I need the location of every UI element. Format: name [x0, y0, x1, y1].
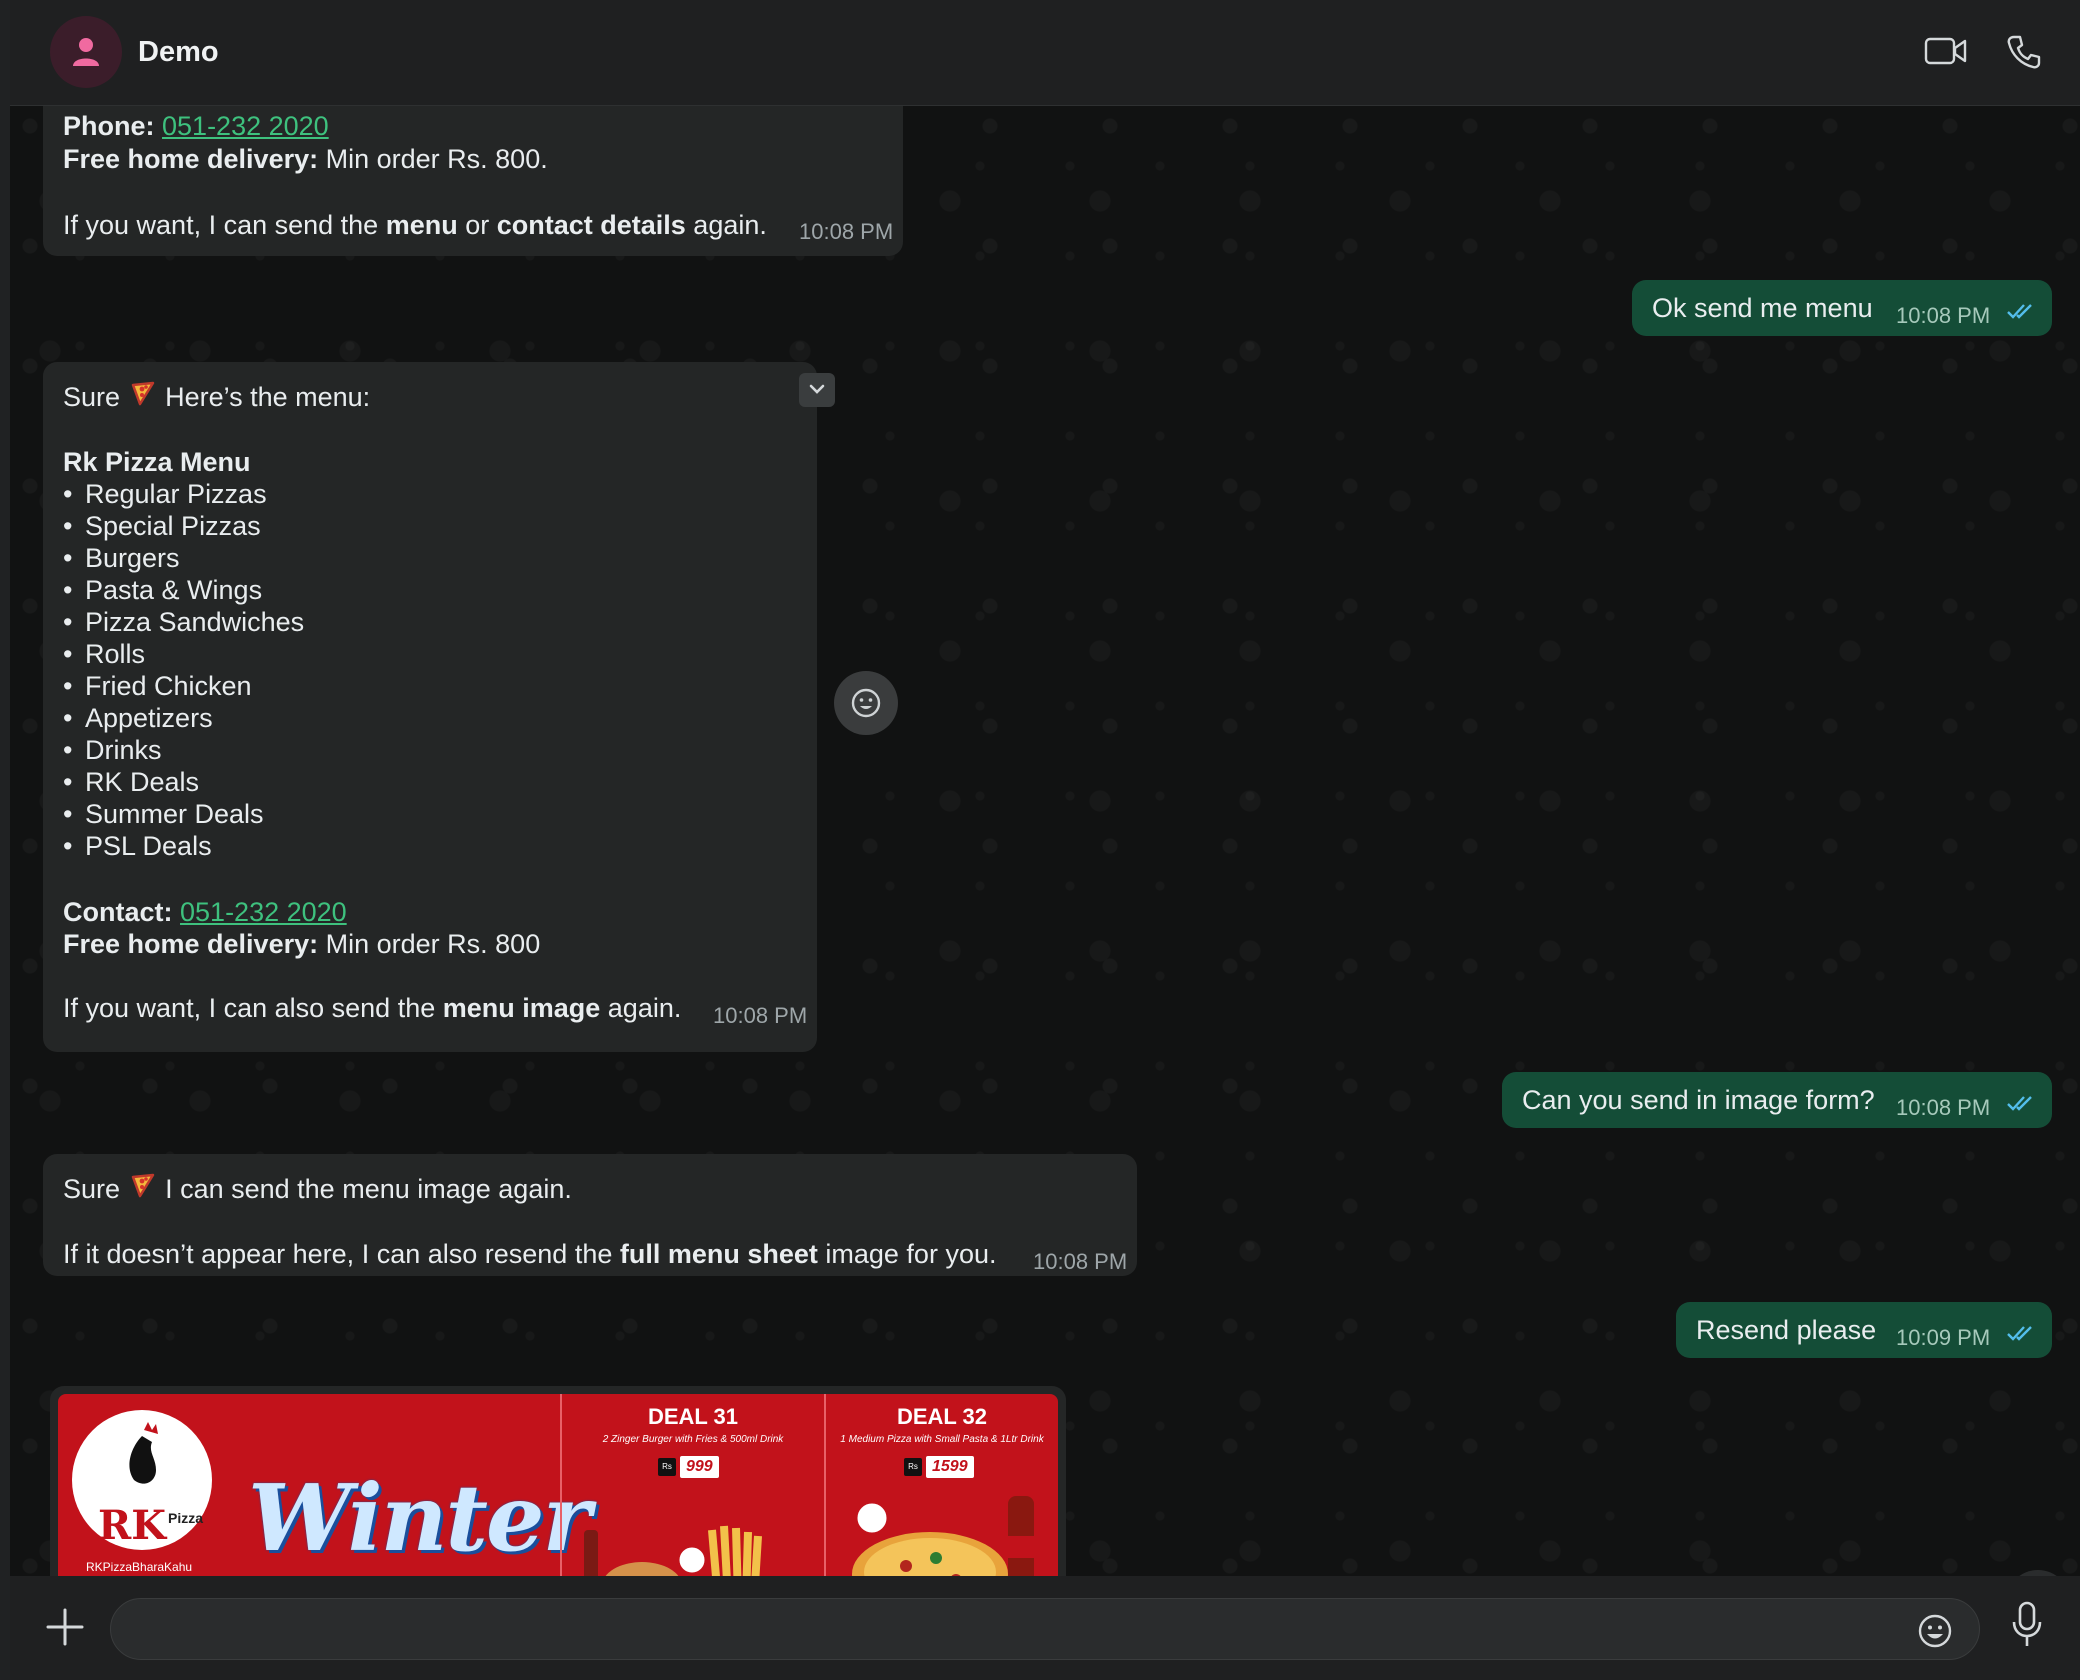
- rooster-icon: [129, 1422, 158, 1484]
- logo-subtext: Pizza: [168, 1510, 204, 1526]
- message-incoming-menu[interactable]: Sure Here’s the menu: Rk Pizza Menu Regu…: [43, 362, 835, 1052]
- deal-32: DEAL 32 1 Medium Pizza with Small Pasta …: [826, 1394, 1058, 1576]
- chat-header: Demo: [10, 0, 2080, 106]
- burger-fries-icon: [584, 1525, 762, 1576]
- message-text: Sure: [63, 1174, 121, 1204]
- list-item: Summer Deals: [63, 798, 304, 830]
- message-timestamp: 10:08 PM: [1896, 303, 1991, 328]
- phone-link[interactable]: 051-232 2020: [162, 111, 329, 141]
- list-item: Pizza Sandwiches: [63, 606, 304, 638]
- message-text: Can you send in image form?: [1522, 1085, 1875, 1115]
- message-text: If you want, I can send the: [63, 210, 386, 240]
- message-text: Sure: [63, 382, 121, 412]
- message-options-button[interactable]: [799, 373, 835, 407]
- contact-phone-link[interactable]: 051-232 2020: [180, 897, 347, 927]
- react-button[interactable]: [834, 671, 898, 735]
- list-item: Appetizers: [63, 702, 304, 734]
- menu-poster-image[interactable]: RK Pizza RKPizzaBharaKahu Winter DEAL 31…: [58, 1394, 1058, 1576]
- message-text: or: [457, 210, 497, 240]
- message-text: Here’s the menu:: [165, 382, 371, 412]
- message-timestamp: 10:08 PM: [799, 219, 894, 244]
- list-item: Burgers: [63, 542, 304, 574]
- window-edge: [0, 0, 10, 1680]
- deal-description: 1 Medium Pizza with Small Pasta & 1Ltr D…: [840, 1434, 1044, 1445]
- message-incoming-3[interactable]: Sure I can send the menu image again. If…: [43, 1154, 1137, 1276]
- delivery-label: Free home delivery:: [63, 144, 319, 174]
- message-timestamp: 10:08 PM: [1896, 1095, 1991, 1120]
- message-timestamp: 10:09 PM: [1896, 1325, 1991, 1350]
- message-text: again.: [600, 993, 682, 1023]
- microphone-icon[interactable]: [2010, 1600, 2044, 1650]
- message-text: Resend please: [1696, 1315, 1877, 1345]
- image-message[interactable]: RK Pizza RKPizzaBharaKahu Winter DEAL 31…: [50, 1386, 1066, 1576]
- list-item: PSL Deals: [63, 830, 304, 862]
- delivery-text: Min order Rs. 800: [325, 929, 541, 959]
- message-bold-menu-image: menu image: [442, 993, 601, 1023]
- list-item: Fried Chicken: [63, 670, 304, 702]
- message-bold-contact: contact details: [496, 210, 686, 240]
- social-handle: RKPizzaBharaKahu: [86, 1560, 193, 1574]
- message-text: If it doesn’t appear here, I can also re…: [63, 1239, 620, 1269]
- deal-price: 999: [680, 1456, 719, 1478]
- emoji-icon: [851, 688, 881, 718]
- deal-description: 2 Zinger Burger with Fries & 500ml Drink: [602, 1434, 784, 1445]
- deal-31: DEAL 31 2 Zinger Burger with Fries & 500…: [562, 1394, 824, 1576]
- message-outgoing-1[interactable]: Ok send me menu 10:08 PM: [1632, 280, 2052, 336]
- person-icon: [73, 38, 99, 66]
- emoji-icon[interactable]: [1917, 1613, 1953, 1649]
- message-text: image for you.: [817, 1239, 997, 1269]
- deal-price: 1599: [926, 1456, 974, 1478]
- message-outgoing-3[interactable]: Resend please 10:09 PM: [1676, 1302, 2052, 1358]
- menu-title: Rk Pizza Menu: [63, 447, 251, 477]
- deal-title: DEAL 31: [647, 1404, 739, 1429]
- read-ticks-icon: [2007, 1326, 2032, 1341]
- message-timestamp: 10:08 PM: [713, 1003, 808, 1028]
- list-item: Drinks: [63, 734, 304, 766]
- contact-label: Contact:: [63, 897, 173, 927]
- message-input[interactable]: [111, 1599, 1979, 1659]
- chevron-down-icon: [809, 384, 825, 394]
- plus-icon[interactable]: [44, 1606, 86, 1648]
- video-call-icon[interactable]: [1924, 34, 1968, 68]
- message-text: again.: [685, 210, 767, 240]
- message-input-container[interactable]: [110, 1598, 1980, 1660]
- phone-label: Phone:: [63, 111, 155, 141]
- delivery-label: Free home delivery:: [63, 929, 319, 959]
- avatar[interactable]: [50, 16, 122, 88]
- message-outgoing-2[interactable]: Can you send in image form? 10:08 PM: [1502, 1072, 2052, 1128]
- message-timestamp: 10:08 PM: [1033, 1249, 1128, 1274]
- pizza-drink-icon: [852, 1496, 1034, 1576]
- composer-bar: [10, 1576, 2080, 1680]
- deal-title: DEAL 32: [896, 1404, 988, 1429]
- voice-call-icon[interactable]: [2006, 34, 2042, 70]
- pizza-emoji-icon: [128, 1172, 158, 1205]
- poster-headline: Winter: [248, 1464, 591, 1572]
- message-bold-menu: menu: [385, 210, 458, 240]
- pizza-emoji-icon: [128, 380, 158, 413]
- message-text: If you want, I can also send the: [63, 993, 443, 1023]
- read-ticks-icon: [2007, 1096, 2032, 1111]
- rk-pizza-logo: RK Pizza: [72, 1410, 212, 1550]
- list-item: Rolls: [63, 638, 304, 670]
- message-text: I can send the menu image again.: [165, 1174, 572, 1204]
- message-incoming-1[interactable]: Phone: 051-232 2020 Free home delivery: …: [43, 106, 903, 256]
- list-item: Pasta & Wings: [63, 574, 304, 606]
- chat-area[interactable]: Phone: 051-232 2020 Free home delivery: …: [10, 106, 2080, 1576]
- message-text: Ok send me menu: [1652, 293, 1873, 323]
- list-item: RK Deals: [63, 766, 304, 798]
- menu-list: Regular Pizzas Special Pizzas Burgers Pa…: [63, 478, 304, 862]
- message-bold-full-menu-sheet: full menu sheet: [619, 1239, 818, 1269]
- contact-name[interactable]: Demo: [138, 36, 219, 69]
- list-item: Special Pizzas: [63, 510, 304, 542]
- currency-label: Rs: [658, 1458, 676, 1476]
- delivery-text: Min order Rs. 800.: [325, 144, 548, 174]
- logo-text: RK: [98, 1502, 167, 1549]
- read-ticks-icon: [2007, 304, 2032, 319]
- list-item: Regular Pizzas: [63, 478, 304, 510]
- currency-label: Rs: [904, 1458, 922, 1476]
